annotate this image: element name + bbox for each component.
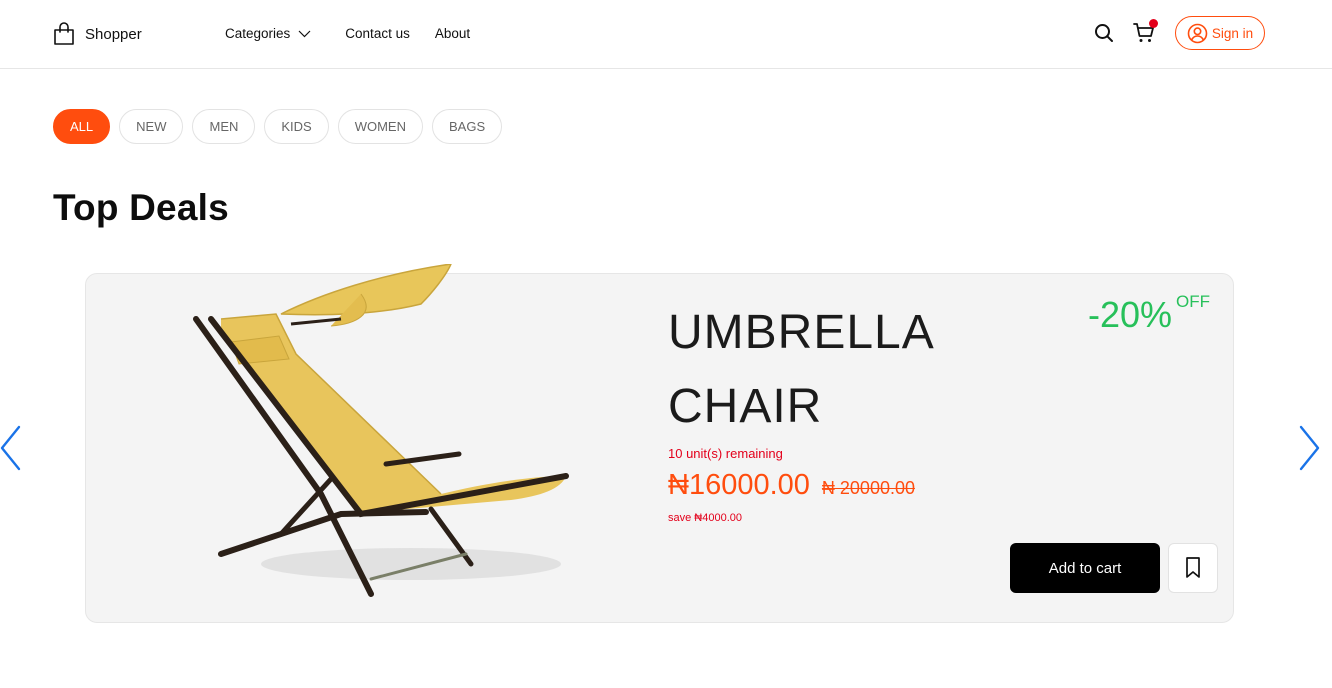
site-header: Shopper Categories Contact us About Sign…: [0, 0, 1332, 69]
nav-categories-label: Categories: [225, 26, 291, 41]
product-image: [193, 264, 569, 597]
search-button[interactable]: [1093, 22, 1115, 44]
nav-contact-us[interactable]: Contact us: [345, 26, 410, 41]
nav-categories[interactable]: Categories: [225, 26, 311, 41]
shopping-bag-icon: [54, 22, 74, 45]
deal-card: UMBRELLA CHAIR -20% OFF 10 unit(s) remai…: [85, 264, 1234, 623]
bookmark-button[interactable]: [1168, 543, 1218, 593]
product-name-line2: CHAIR: [668, 380, 823, 433]
product-name-line1: UMBRELLA: [668, 306, 935, 359]
product-name: UMBRELLA CHAIR: [668, 296, 968, 444]
savings-text: save ₦4000.00: [668, 512, 742, 524]
logo[interactable]: Shopper: [53, 22, 142, 46]
filter-all[interactable]: ALL: [53, 109, 111, 144]
add-to-cart-button[interactable]: Add to cart: [1010, 543, 1160, 593]
carousel-prev-button[interactable]: [0, 424, 26, 472]
filter-kids[interactable]: KIDS: [264, 109, 329, 144]
header-actions: Sign in: [1093, 16, 1265, 50]
logo-text: Shopper: [85, 25, 142, 43]
carousel-next-button[interactable]: [1296, 424, 1322, 472]
sign-in-label: Sign in: [1211, 25, 1254, 41]
discount-off-label: OFF: [1176, 292, 1211, 311]
main-nav: Categories Contact us About: [225, 26, 470, 41]
sign-in-button[interactable]: Sign in: [1175, 16, 1265, 50]
nav-contact-label: Contact us: [345, 26, 410, 41]
filter-women[interactable]: WOMEN: [337, 109, 423, 144]
chevron-left-icon: [0, 425, 21, 471]
cart-badge: [1149, 19, 1158, 28]
search-icon: [1095, 24, 1113, 42]
user-circle-icon: [1187, 23, 1208, 43]
chevron-down-icon: [298, 30, 311, 37]
bookmark-icon: [1186, 557, 1200, 578]
filter-men[interactable]: MEN: [192, 109, 256, 144]
category-filters: ALL NEW MEN KIDS WOMEN BAGS: [53, 109, 503, 144]
discount-value: -20%: [1088, 294, 1173, 335]
price-original: ₦ 20000.00: [821, 478, 915, 498]
section-title: Top Deals: [53, 187, 229, 228]
nav-about[interactable]: About: [435, 26, 470, 41]
filter-new[interactable]: NEW: [119, 109, 184, 144]
discount-badge: -20% OFF: [1088, 292, 1210, 338]
filter-bags[interactable]: BAGS: [432, 109, 503, 144]
chevron-right-icon: [1299, 425, 1320, 471]
cart-button[interactable]: [1133, 19, 1158, 44]
nav-about-label: About: [434, 26, 471, 41]
price-group: ₦16000.00 ₦ 20000.00: [668, 469, 915, 502]
price-current: ₦16000.00: [668, 469, 810, 501]
stock-remaining: 10 unit(s) remaining: [668, 446, 783, 461]
